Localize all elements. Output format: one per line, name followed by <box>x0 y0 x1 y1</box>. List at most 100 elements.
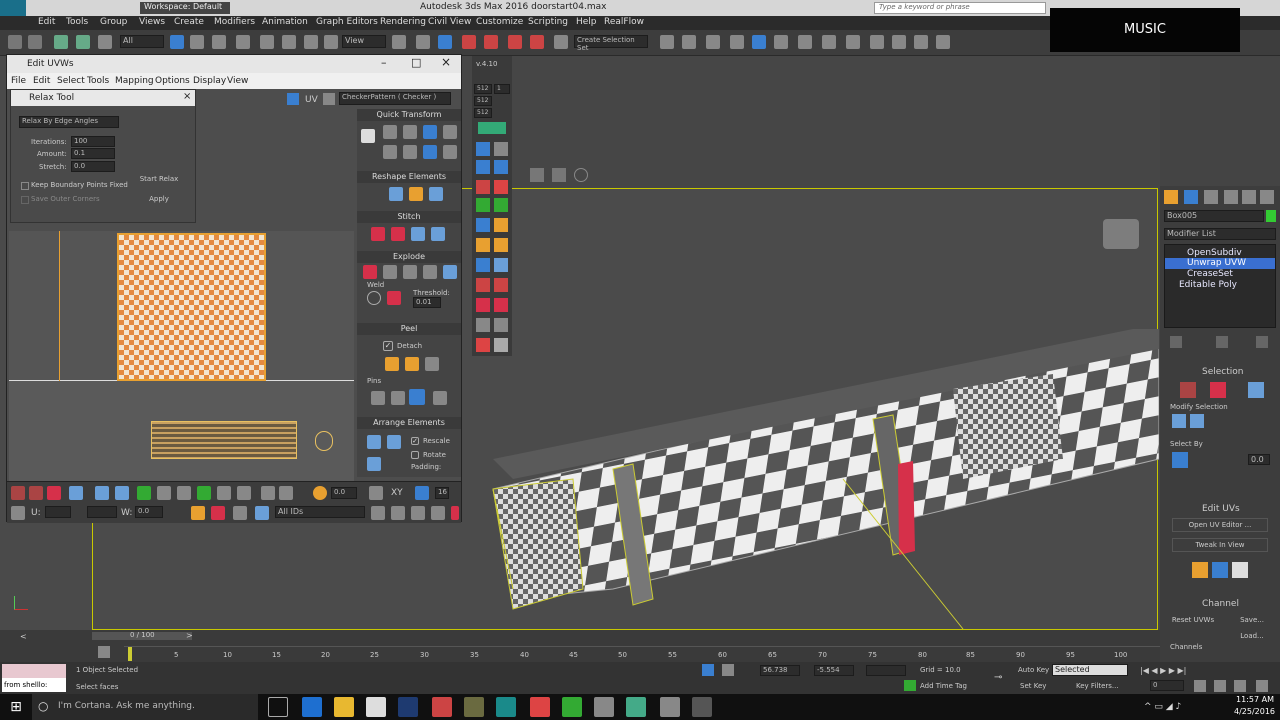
windows-start-icon[interactable]: ⊞ <box>6 697 26 717</box>
undo-icon[interactable] <box>8 35 22 49</box>
set-key-button[interactable]: Set Key <box>1020 682 1046 690</box>
strip-tool-18-icon[interactable] <box>476 298 490 312</box>
stack-item-opensubdiv[interactable]: OpenSubdiv <box>1187 248 1242 258</box>
rotate-90-icon[interactable] <box>423 125 437 139</box>
peel-header[interactable]: Peel <box>357 323 461 335</box>
viewcube-icon[interactable] <box>1103 219 1139 249</box>
select-angle-field[interactable]: 0.0 <box>1248 454 1270 465</box>
selection-set-dropdown[interactable]: Create Selection Set <box>574 35 648 52</box>
percent-snap-icon[interactable] <box>508 35 522 49</box>
time-config-icon[interactable] <box>1194 680 1206 692</box>
detach-icon[interactable] <box>423 265 437 279</box>
break-icon[interactable] <box>363 265 377 279</box>
soft-falloff-field[interactable]: 0.0 <box>331 487 357 499</box>
utilities-tab-icon[interactable] <box>1260 190 1274 204</box>
stitch-header[interactable]: Stitch <box>357 211 461 223</box>
zoom-region-icon[interactable] <box>411 506 425 520</box>
key-filters-button[interactable]: Key Filters... <box>1076 682 1119 690</box>
motion-tab-icon[interactable] <box>1224 190 1238 204</box>
apply-button[interactable]: Apply <box>129 192 189 206</box>
grid-size-field[interactable]: 16 <box>435 487 449 499</box>
uv-island-cylinder[interactable] <box>151 421 297 459</box>
stitch-settings-icon[interactable] <box>431 227 445 241</box>
stitch-avg-icon[interactable] <box>391 227 405 241</box>
task-view-icon[interactable] <box>268 697 288 717</box>
maximize-icon[interactable]: □ <box>411 56 421 69</box>
space-v-icon[interactable] <box>443 145 457 159</box>
falloff-icon[interactable] <box>369 486 383 500</box>
redo-icon[interactable] <box>28 35 42 49</box>
curve-editor-icon[interactable] <box>752 35 766 49</box>
snaps-toggle-icon[interactable] <box>462 35 476 49</box>
grow-icon[interactable] <box>95 486 109 500</box>
rotate-icon[interactable] <box>282 35 296 49</box>
viewport-help-icon[interactable] <box>574 168 588 182</box>
pack-together-icon[interactable] <box>387 435 401 449</box>
menu-help[interactable]: Help <box>576 17 597 27</box>
create-tab-icon[interactable] <box>1164 190 1178 204</box>
select-pins-icon[interactable] <box>433 391 447 405</box>
straighten-icon[interactable] <box>389 187 403 201</box>
menu-rendering[interactable]: Rendering <box>380 17 426 27</box>
menu-tools[interactable]: Tools <box>66 17 88 27</box>
system-tray-icons[interactable]: ^ ▭ ◢ ♪ <box>1144 702 1181 712</box>
selection-filter-dropdown[interactable]: All <box>120 35 164 48</box>
menu-scripting[interactable]: Scripting <box>528 17 568 27</box>
strip-tool-3-icon[interactable] <box>494 142 508 156</box>
iterations-field[interactable]: 100 <box>71 136 115 147</box>
weld-target-icon[interactable] <box>387 291 401 305</box>
explode-icon[interactable] <box>383 265 397 279</box>
spinner-snap-icon[interactable] <box>530 35 544 49</box>
strip-tool-11-icon[interactable] <box>494 218 508 232</box>
strip-tool-22-icon[interactable] <box>476 338 490 352</box>
strip-tool-17-icon[interactable] <box>494 278 508 292</box>
angle-snap-icon[interactable] <box>484 35 498 49</box>
pivot-center-icon[interactable] <box>392 35 406 49</box>
strip-tool-1-icon[interactable] <box>478 122 506 134</box>
weld-selected-icon[interactable] <box>367 291 381 305</box>
a360-render-icon[interactable] <box>936 35 950 49</box>
set-pivot-icon[interactable] <box>361 129 375 143</box>
uv-tweak-icon[interactable] <box>1192 562 1208 578</box>
uvw-menu-tools[interactable]: Tools <box>87 76 109 86</box>
render-iterative-icon[interactable] <box>892 35 906 49</box>
uv-editor-canvas[interactable] <box>9 231 354 481</box>
uvw-menu-file[interactable]: File <box>11 76 26 86</box>
3dsmax-taskbar-icon[interactable] <box>496 697 516 717</box>
select-by-name-icon[interactable] <box>190 35 204 49</box>
menu-group[interactable]: Group <box>100 17 127 27</box>
app-icon-1[interactable] <box>464 697 484 717</box>
key-selection-dropdown[interactable]: Selected <box>1052 664 1128 676</box>
configure-sets-icon[interactable] <box>1256 336 1268 348</box>
load-button[interactable]: Load... <box>1230 630 1274 643</box>
lock-icon[interactable] <box>11 506 25 520</box>
zoom-extents-icon[interactable] <box>431 506 445 520</box>
next-frame-icon[interactable]: > <box>186 631 193 640</box>
detach-checkbox[interactable]: ✓ <box>383 341 393 351</box>
reset-peel-icon[interactable] <box>425 357 439 371</box>
loop-grow-icon[interactable] <box>197 486 211 500</box>
stack-item-creaseset[interactable]: CreaseSet <box>1187 269 1233 279</box>
auto-pin-icon[interactable] <box>409 389 425 405</box>
strip-tool-15-icon[interactable] <box>494 258 508 272</box>
freeform-icon[interactable] <box>211 506 225 520</box>
start-relax-button[interactable]: Start Relax <box>129 172 189 186</box>
checker-toggle-icon[interactable] <box>323 93 335 105</box>
uvw-menu-mapping[interactable]: Mapping <box>115 76 154 86</box>
open-uv-editor-button[interactable]: Open UV Editor ... <box>1172 518 1268 532</box>
map-size-d-field[interactable]: 1 <box>494 84 510 94</box>
align-x-icon[interactable] <box>383 125 397 139</box>
file-explorer-icon[interactable] <box>334 697 354 717</box>
strip-tool-7-icon[interactable] <box>494 180 508 194</box>
uv-checker-tile[interactable] <box>117 233 266 381</box>
clock-date[interactable]: 4/25/2016 <box>1234 707 1275 716</box>
pin-icon[interactable] <box>371 391 385 405</box>
strip-tool-20-icon[interactable] <box>476 318 490 332</box>
object-name-field[interactable]: Box005 <box>1164 210 1264 222</box>
stack-item-editable-poly[interactable]: Editable Poly <box>1179 280 1237 290</box>
quick-peel-icon[interactable] <box>385 357 399 371</box>
z-coordinate-field[interactable] <box>866 665 906 676</box>
mirror-uv-icon[interactable] <box>233 506 247 520</box>
uvw-menu-edit[interactable]: Edit <box>33 76 50 86</box>
strip-tool-19-icon[interactable] <box>494 298 508 312</box>
